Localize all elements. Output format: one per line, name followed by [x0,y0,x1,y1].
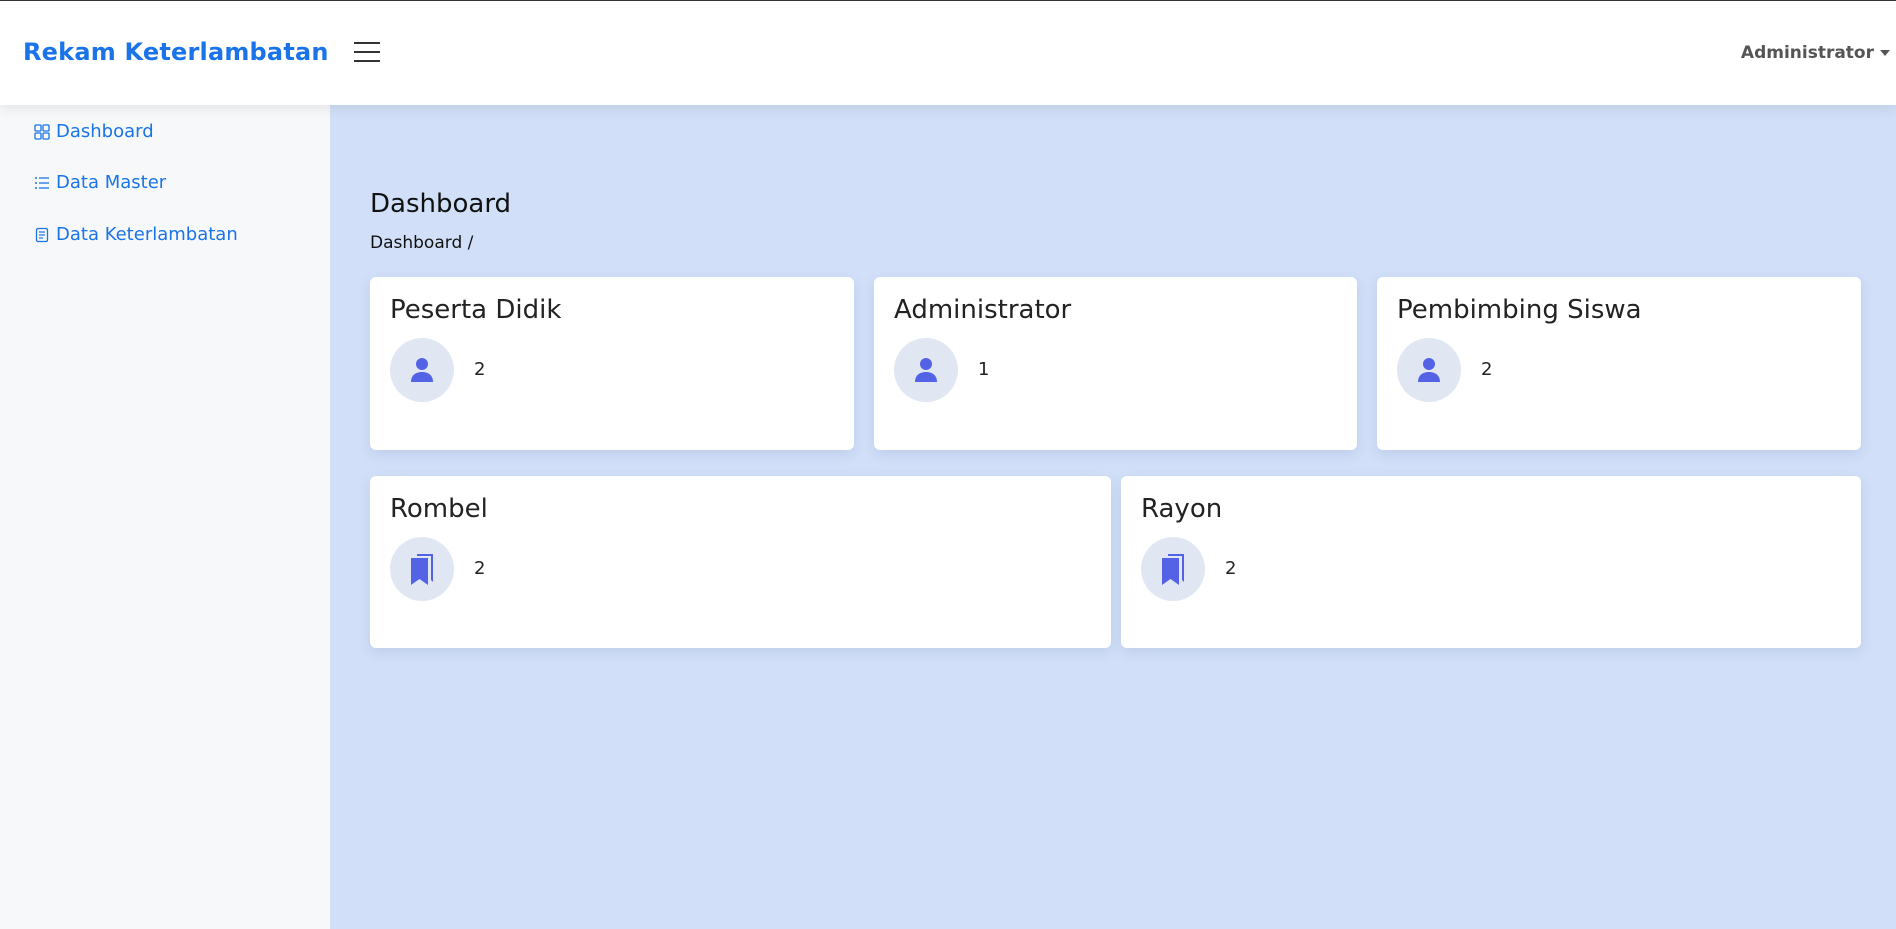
sidebar-item-data-master[interactable]: Data Master [34,172,166,193]
card-value: 2 [474,359,486,380]
breadcrumb: Dashboard / [370,233,474,253]
user-name: Administrator [1740,43,1874,63]
document-icon [35,227,49,242]
card-value: 2 [1481,359,1493,380]
grid-icon [34,123,50,140]
caret-down-icon [1880,50,1890,56]
bookmark-icon [390,537,454,601]
brand-logo[interactable]: Rekam Keterlambatan [23,38,329,66]
card-rayon: Rayon 2 [1121,476,1861,648]
card-peserta-didik: Peserta Didik 2 [370,277,854,450]
sidebar-item-data-keterlambatan[interactable]: Data Keterlambatan [34,224,238,245]
sidebar-item-label: Data Keterlambatan [56,224,238,245]
user-dropdown[interactable]: Administrator [1741,43,1890,63]
bookmark-icon [1141,537,1205,601]
card-title: Administrator [894,295,1072,325]
top-navbar: Rekam Keterlambatan Administrator [0,1,1896,105]
sidebar-item-label: Dashboard [56,121,154,142]
person-icon [390,338,454,402]
card-value: 2 [474,558,486,579]
main-content: Dashboard Dashboard / Peserta Didik 2 Ad… [330,105,1896,929]
hamburger-menu-icon[interactable] [354,42,380,62]
person-icon [894,338,958,402]
sidebar-item-label: Data Master [56,172,167,193]
sidebar: Dashboard Data Master Data Keterlambatan [0,105,330,929]
page-title: Dashboard [370,189,512,219]
list-icon [35,176,49,189]
card-value: 1 [978,359,990,380]
card-rombel: Rombel 2 [370,476,1111,648]
card-administrator: Administrator 1 [874,277,1357,450]
card-pembimbing-siswa: Pembimbing Siswa 2 [1377,277,1861,450]
sidebar-item-dashboard[interactable]: Dashboard [34,121,154,142]
card-title: Peserta Didik [390,295,562,325]
card-title: Pembimbing Siswa [1397,295,1642,325]
card-title: Rombel [390,494,488,524]
card-value: 2 [1225,558,1237,579]
card-title: Rayon [1141,494,1223,524]
person-icon [1397,338,1461,402]
